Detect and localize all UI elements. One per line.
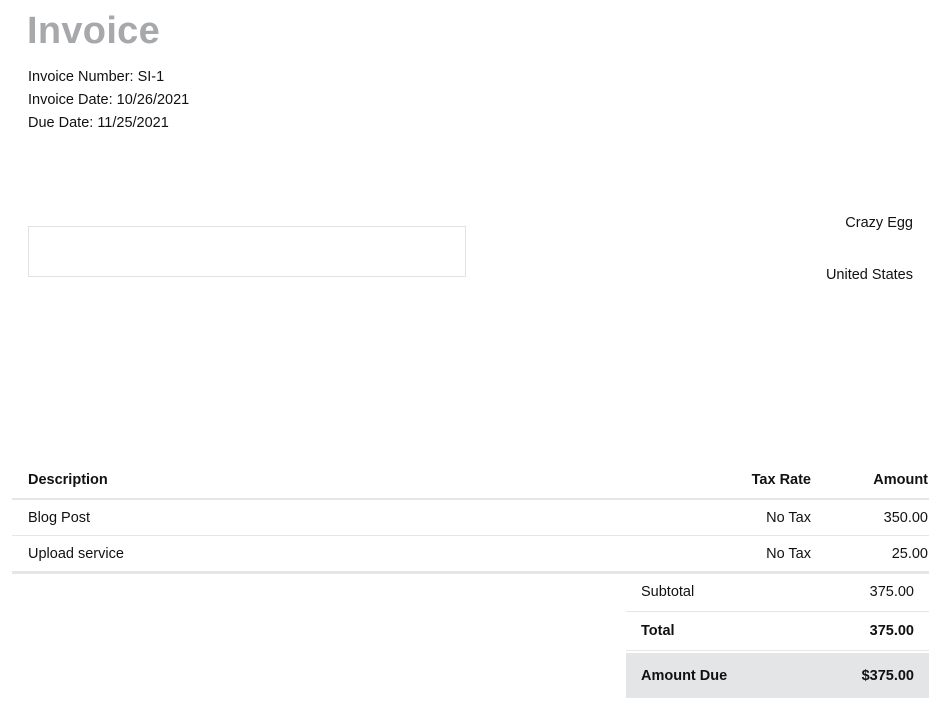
subtotal-label: Subtotal <box>641 584 695 600</box>
header-tax-rate: Tax Rate <box>751 472 811 488</box>
table-row: Blog Post No Tax 350.00 <box>12 500 929 536</box>
table-header: Description Tax Rate Amount <box>12 462 929 500</box>
item-description: Upload service <box>28 545 124 562</box>
line-items-table: Description Tax Rate Amount Blog Post No… <box>12 462 929 574</box>
table-row: Upload service No Tax 25.00 <box>12 536 929 574</box>
amount-due-label: Amount Due <box>641 667 728 684</box>
bill-to-box <box>28 226 466 277</box>
sender-address: Crazy Egg United States <box>826 213 913 285</box>
item-tax-rate: No Tax <box>766 509 811 526</box>
due-date: Due Date: 11/25/2021 <box>28 115 169 131</box>
sender-country: United States <box>825 267 913 283</box>
total-row: Total 375.00 <box>626 612 929 651</box>
header-description: Description <box>28 472 108 488</box>
invoice-meta: Invoice Number: SI-1 Invoice Date: 10/26… <box>28 66 189 135</box>
invoice-date: Invoice Date: 10/26/2021 <box>28 92 190 108</box>
amount-due-row: Amount Due $375.00 <box>626 653 929 698</box>
totals-section: Subtotal 375.00 Total 375.00 Amount Due … <box>626 573 929 698</box>
header-amount: Amount <box>873 472 928 488</box>
total-value: 375.00 <box>869 623 914 639</box>
sender-company: Crazy Egg <box>845 215 913 231</box>
item-tax-rate: No Tax <box>766 545 811 562</box>
invoice-number: Invoice Number: SI-1 <box>28 69 165 85</box>
amount-due-value: $375.00 <box>861 667 914 684</box>
invoice-title: Invoice <box>27 10 161 52</box>
item-amount: 350.00 <box>883 509 928 526</box>
item-description: Blog Post <box>28 509 91 526</box>
subtotal-row: Subtotal 375.00 <box>626 573 929 612</box>
item-amount: 25.00 <box>891 545 928 562</box>
total-label: Total <box>641 623 675 639</box>
subtotal-value: 375.00 <box>869 584 914 600</box>
